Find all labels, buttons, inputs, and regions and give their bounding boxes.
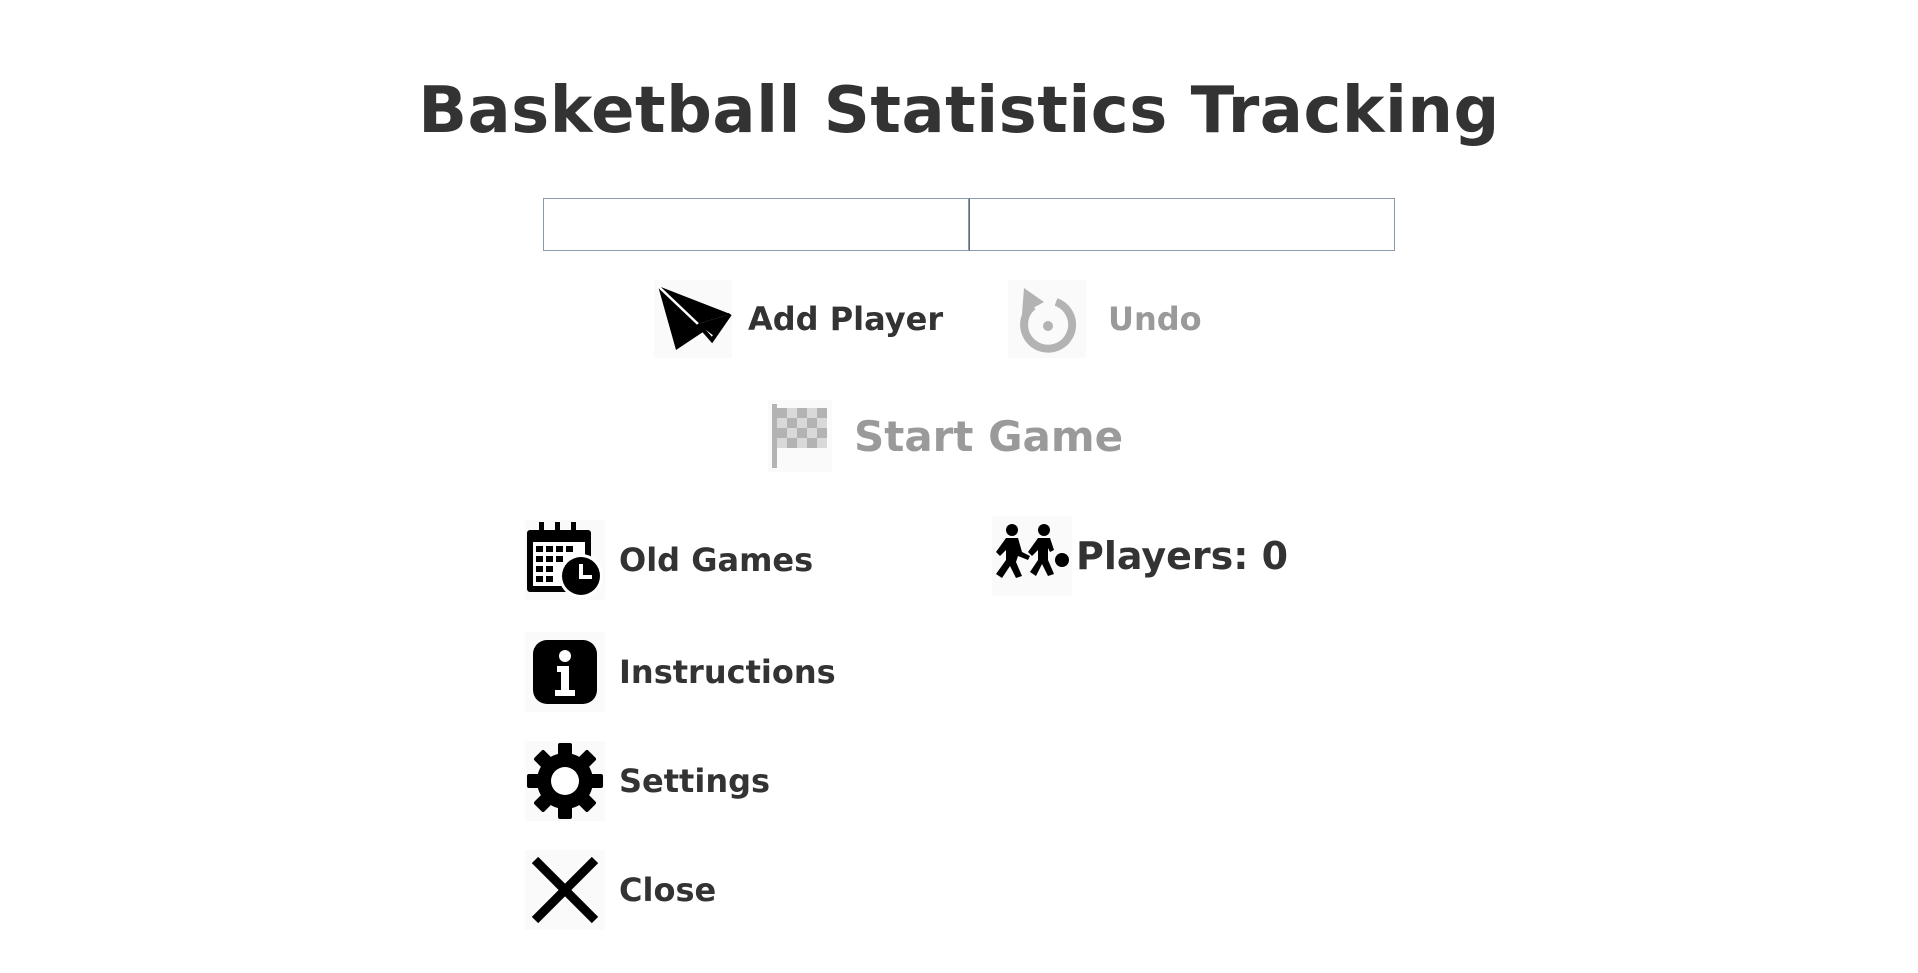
players-icon [992, 516, 1072, 596]
instructions-label: Instructions [619, 653, 836, 691]
settings-button[interactable]: Settings [525, 741, 770, 821]
checkered-flag-icon [768, 400, 832, 472]
instructions-button[interactable]: Instructions [525, 632, 836, 712]
paper-plane-icon [654, 280, 732, 358]
undo-button[interactable]: Undo [1008, 280, 1202, 358]
close-label: Close [619, 871, 717, 909]
start-game-button[interactable]: Start Game [768, 400, 1123, 472]
add-player-label: Add Player [748, 300, 944, 338]
info-icon [525, 632, 605, 712]
players-count: Players: 0 [992, 516, 1288, 596]
page-title: Basketball Statistics Tracking [418, 74, 1500, 148]
old-games-label: Old Games [619, 541, 814, 579]
gear-icon [525, 741, 605, 821]
player-input-row [543, 198, 1395, 251]
player-second-input[interactable] [969, 198, 1395, 251]
undo-icon [1008, 280, 1086, 358]
old-games-button[interactable]: Old Games [525, 520, 813, 600]
settings-label: Settings [619, 762, 771, 800]
add-player-button[interactable]: Add Player [654, 280, 943, 358]
close-icon [525, 850, 605, 930]
players-count-label: Players: 0 [1076, 534, 1289, 578]
main-page: Basketball Statistics Tracking Add Playe… [0, 0, 1918, 973]
player-first-input[interactable] [543, 198, 969, 251]
close-button[interactable]: Close [525, 850, 716, 930]
undo-label: Undo [1108, 300, 1202, 338]
start-game-label: Start Game [854, 411, 1124, 461]
calendar-clock-icon [525, 520, 605, 600]
